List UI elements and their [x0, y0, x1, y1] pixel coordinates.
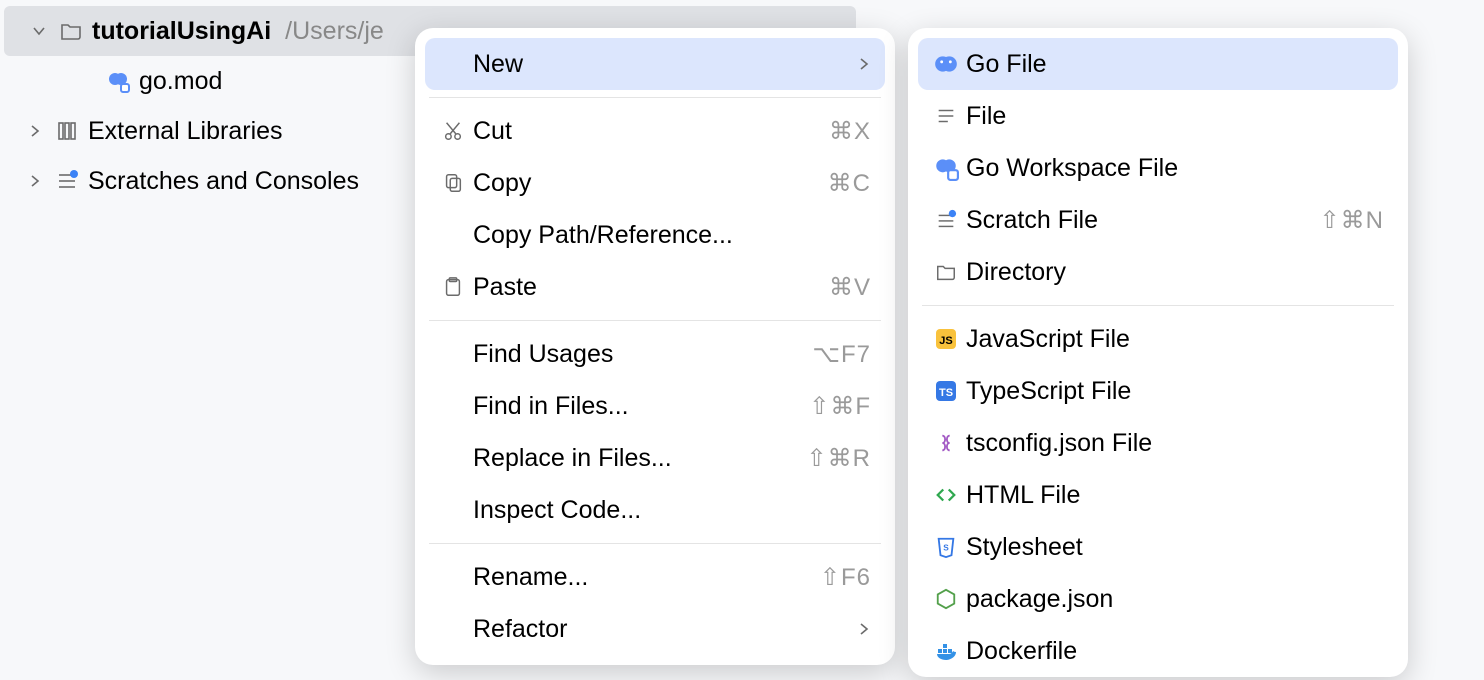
menu-label: Inspect Code...: [473, 496, 871, 525]
html-icon: [926, 484, 966, 506]
external-libraries-label: External Libraries: [88, 117, 283, 146]
project-name: tutorialUsingAi: [92, 17, 271, 46]
submenu-item-file[interactable]: File: [918, 90, 1398, 142]
menu-label: Rename...: [473, 563, 820, 592]
menu-item-replace-in-files[interactable]: Replace in Files... ⇧⌘R: [425, 432, 885, 484]
submenu-item-directory[interactable]: Directory: [918, 246, 1398, 298]
stylesheet-icon: S: [926, 536, 966, 558]
folder-icon: [58, 18, 84, 44]
library-icon: [54, 118, 80, 144]
menu-label: Copy: [473, 169, 828, 198]
shortcut: ⇧⌘R: [807, 444, 871, 473]
submenu-item-tsconfig[interactable]: tsconfig.json File: [918, 417, 1398, 469]
menu-separator: [429, 543, 881, 544]
menu-label: Cut: [473, 117, 829, 146]
go-file-icon: [926, 51, 966, 77]
chevron-right-icon: [857, 57, 871, 71]
submenu-item-html[interactable]: HTML File: [918, 469, 1398, 521]
submenu-item-dockerfile[interactable]: Dockerfile: [918, 625, 1398, 677]
submenu-label: Go Workspace File: [966, 154, 1384, 183]
submenu-label: TypeScript File: [966, 377, 1384, 406]
menu-separator: [429, 320, 881, 321]
go-mod-icon: [105, 68, 131, 94]
file-label: go.mod: [139, 67, 222, 96]
javascript-icon: JS: [926, 327, 966, 351]
submenu-label: Go File: [966, 50, 1384, 79]
submenu-label: tsconfig.json File: [966, 429, 1384, 458]
menu-item-rename[interactable]: Rename... ⇧F6: [425, 551, 885, 603]
docker-icon: [926, 639, 966, 663]
submenu-label: Dockerfile: [966, 637, 1384, 666]
chevron-right-icon: [857, 622, 871, 636]
menu-item-new[interactable]: New: [425, 38, 885, 90]
submenu-label: Stylesheet: [966, 533, 1384, 562]
submenu-item-typescript[interactable]: TS TypeScript File: [918, 365, 1398, 417]
menu-item-find-usages[interactable]: Find Usages ⌥F7: [425, 328, 885, 380]
svg-text:TS: TS: [939, 387, 953, 399]
chevron-down-icon: [28, 20, 50, 42]
submenu-new: Go File File Go Workspace File Scratch F…: [908, 28, 1408, 677]
submenu-label: Directory: [966, 258, 1384, 287]
svg-text:S: S: [943, 544, 949, 553]
submenu-label: JavaScript File: [966, 325, 1384, 354]
menu-item-copy[interactable]: Copy ⌘C: [425, 157, 885, 209]
menu-item-inspect-code[interactable]: Inspect Code...: [425, 484, 885, 536]
menu-label: New: [473, 50, 857, 79]
shortcut: ⇧⌘F: [809, 392, 871, 421]
menu-item-refactor[interactable]: Refactor: [425, 603, 885, 655]
project-path: /Users/je: [285, 17, 384, 46]
go-workspace-icon: [926, 155, 966, 181]
submenu-label: Scratch File: [966, 206, 1320, 235]
directory-icon: [926, 261, 966, 283]
copy-icon: [433, 172, 473, 194]
submenu-label: HTML File: [966, 481, 1384, 510]
shortcut: ⌘C: [828, 169, 871, 198]
file-icon: [926, 105, 966, 127]
submenu-item-scratch-file[interactable]: Scratch File ⇧⌘N: [918, 194, 1398, 246]
shortcut: ⇧⌘N: [1320, 206, 1384, 235]
menu-item-copy-path[interactable]: Copy Path/Reference...: [425, 209, 885, 261]
submenu-label: File: [966, 102, 1384, 131]
submenu-item-go-file[interactable]: Go File: [918, 38, 1398, 90]
submenu-item-package-json[interactable]: package.json: [918, 573, 1398, 625]
menu-label: Paste: [473, 273, 829, 302]
nodejs-icon: [926, 588, 966, 610]
typescript-icon: TS: [926, 379, 966, 403]
submenu-item-javascript[interactable]: JS JavaScript File: [918, 313, 1398, 365]
shortcut: ⌘X: [829, 117, 871, 146]
scratches-icon: [54, 168, 80, 194]
menu-separator: [922, 305, 1394, 306]
chevron-right-icon: [24, 120, 46, 142]
shortcut: ⌥F7: [812, 340, 871, 369]
chevron-right-icon: [24, 170, 46, 192]
shortcut: ⇧F6: [820, 563, 871, 592]
tsconfig-icon: [926, 432, 966, 454]
scratches-label: Scratches and Consoles: [88, 167, 359, 196]
menu-label: Refactor: [473, 615, 857, 644]
submenu-item-go-workspace[interactable]: Go Workspace File: [918, 142, 1398, 194]
menu-label: Replace in Files...: [473, 444, 807, 473]
paste-icon: [433, 276, 473, 298]
scratch-file-icon: [926, 209, 966, 231]
menu-item-paste[interactable]: Paste ⌘V: [425, 261, 885, 313]
context-menu: New Cut ⌘X Copy ⌘C Copy Path/Reference..…: [415, 28, 895, 665]
submenu-item-stylesheet[interactable]: S Stylesheet: [918, 521, 1398, 573]
menu-item-cut[interactable]: Cut ⌘X: [425, 105, 885, 157]
menu-label: Find Usages: [473, 340, 812, 369]
svg-text:JS: JS: [939, 335, 952, 347]
menu-label: Copy Path/Reference...: [473, 221, 871, 250]
menu-item-find-in-files[interactable]: Find in Files... ⇧⌘F: [425, 380, 885, 432]
menu-label: Find in Files...: [473, 392, 809, 421]
shortcut: ⌘V: [829, 273, 871, 302]
cut-icon: [433, 120, 473, 142]
menu-separator: [429, 97, 881, 98]
submenu-label: package.json: [966, 585, 1384, 614]
